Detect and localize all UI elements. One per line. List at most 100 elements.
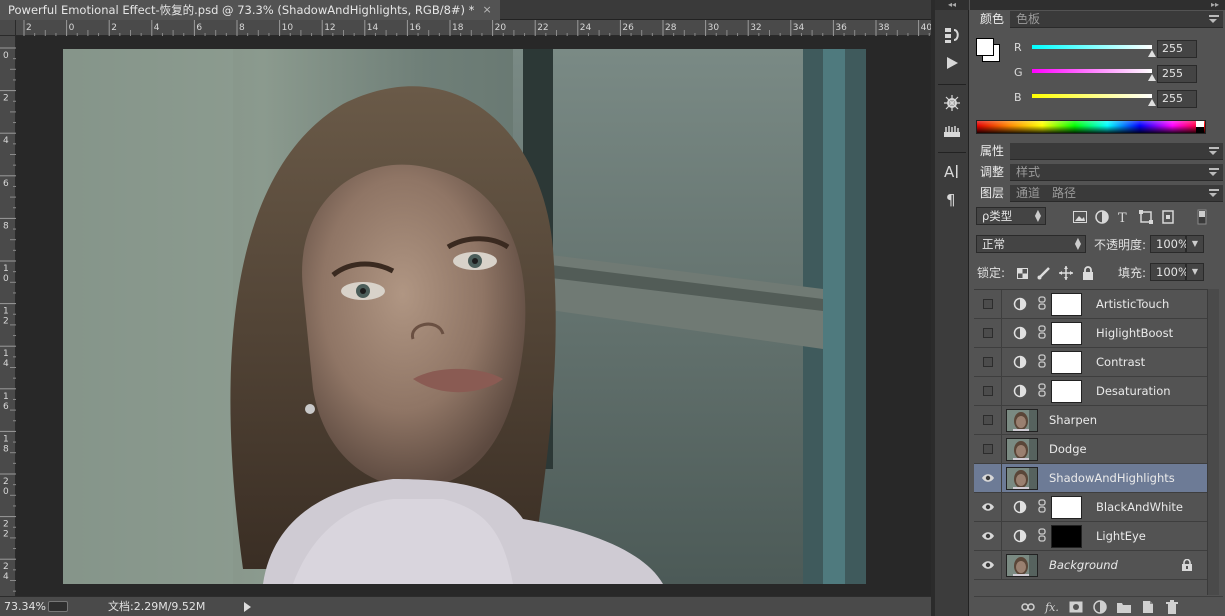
clone-source-icon[interactable]: [939, 120, 965, 142]
panel-menu-icon[interactable]: [1209, 147, 1219, 155]
layer-mask-thumbnail[interactable]: [1051, 322, 1082, 345]
red-value-field[interactable]: 255: [1157, 40, 1197, 58]
paragraph-icon[interactable]: ¶: [939, 188, 965, 210]
canvas-area[interactable]: [16, 36, 931, 596]
actions-play-icon[interactable]: [939, 52, 965, 74]
layer-row[interactable]: Dodge: [974, 435, 1207, 464]
lock-position-icon[interactable]: [1058, 265, 1074, 281]
ruler-corner[interactable]: [0, 20, 16, 36]
layer-row[interactable]: Contrast: [974, 348, 1207, 377]
red-slider-thumb[interactable]: [1148, 50, 1156, 57]
layer-mask-thumbnail[interactable]: [1051, 525, 1082, 548]
layer-thumbnail[interactable]: [1006, 409, 1038, 432]
layer-mask-thumbnail[interactable]: [1051, 351, 1082, 374]
fill-field[interactable]: 100%: [1150, 263, 1189, 281]
opacity-dropdown-button[interactable]: ▼: [1186, 235, 1204, 253]
mask-link-icon[interactable]: [1037, 354, 1047, 371]
filter-pixel-icon[interactable]: [1072, 209, 1088, 225]
brush-settings-icon[interactable]: [939, 92, 965, 114]
tab-color[interactable]: 颜色: [974, 10, 1011, 28]
layer-name[interactable]: Background: [1049, 551, 1118, 580]
blue-slider[interactable]: [1032, 94, 1152, 98]
red-slider[interactable]: [1032, 45, 1152, 49]
layer-row[interactable]: ArtisticTouch: [974, 290, 1207, 319]
filter-shape-icon[interactable]: [1138, 209, 1154, 225]
new-layer-icon[interactable]: [1140, 600, 1156, 614]
collapse-arrows-icon[interactable]: ▸▸: [970, 0, 1225, 10]
layer-visibility-toggle[interactable]: [974, 348, 1002, 376]
filter-toggle-icon[interactable]: [1194, 209, 1210, 225]
new-adjustment-icon[interactable]: [1092, 600, 1108, 614]
tab-channels[interactable]: 通道: [1010, 185, 1046, 202]
layer-row[interactable]: ShadowAndHighlights: [974, 464, 1207, 493]
vertical-ruler[interactable]: 024681012141618202224: [0, 36, 16, 596]
layer-visibility-toggle[interactable]: [974, 493, 1002, 521]
layer-name[interactable]: HiglightBoost: [1096, 319, 1173, 348]
layer-row[interactable]: Desaturation: [974, 377, 1207, 406]
spectrum-black-chip[interactable]: [1196, 127, 1204, 133]
layer-name[interactable]: ArtisticTouch: [1096, 290, 1169, 319]
blend-mode-dropdown[interactable]: 正常 ▲ ▼: [976, 235, 1086, 253]
tab-paths[interactable]: 路径: [1046, 185, 1082, 202]
layer-thumbnail[interactable]: [1006, 438, 1038, 461]
document-image[interactable]: [63, 49, 866, 584]
new-group-icon[interactable]: [1116, 600, 1132, 614]
history-icon[interactable]: [939, 24, 965, 46]
mask-link-icon[interactable]: [1037, 528, 1047, 545]
layer-name[interactable]: Sharpen: [1049, 406, 1097, 435]
foreground-color-swatch[interactable]: [976, 38, 994, 56]
layer-name[interactable]: ShadowAndHighlights: [1049, 464, 1175, 493]
green-value-field[interactable]: 255: [1157, 65, 1197, 83]
opacity-field[interactable]: 100%: [1150, 235, 1189, 253]
layer-name[interactable]: LightEye: [1096, 522, 1146, 551]
layer-name[interactable]: BlackAndWhite: [1096, 493, 1183, 522]
layer-name[interactable]: Dodge: [1049, 435, 1087, 464]
layer-visibility-toggle[interactable]: [974, 319, 1002, 347]
lock-all-icon[interactable]: [1080, 265, 1096, 281]
panel-menu-icon[interactable]: [1209, 15, 1219, 23]
lock-image-pixels-icon[interactable]: [1036, 265, 1052, 281]
blue-slider-thumb[interactable]: [1148, 99, 1156, 106]
layer-filter-kind-dropdown[interactable]: ρ类型 ▲ ▼: [976, 207, 1046, 225]
layer-row[interactable]: HiglightBoost: [974, 319, 1207, 348]
mask-link-icon[interactable]: [1037, 383, 1047, 400]
layer-visibility-toggle[interactable]: [974, 464, 1002, 492]
document-tab[interactable]: Powerful Emotional Effect-恢复的.psd @ 73.3…: [0, 0, 500, 20]
tab-properties[interactable]: 属性: [974, 142, 1011, 160]
layer-visibility-toggle[interactable]: [974, 435, 1002, 463]
layer-mask-thumbnail[interactable]: [1051, 380, 1082, 403]
close-icon[interactable]: ×: [482, 0, 491, 20]
link-layers-icon[interactable]: [1020, 600, 1036, 614]
layer-visibility-toggle[interactable]: [974, 377, 1002, 405]
green-slider[interactable]: [1032, 69, 1152, 73]
layer-name[interactable]: Contrast: [1096, 348, 1145, 377]
panel-menu-icon[interactable]: [1209, 168, 1219, 176]
lock-transparent-pixels-icon[interactable]: [1014, 265, 1030, 281]
layers-scrollbar[interactable]: [1207, 289, 1219, 595]
collapse-arrows-icon[interactable]: ◂◂: [935, 0, 969, 10]
horizontal-ruler[interactable]: 2 0 2 4 6 8 10 12 14 16 18 20 22 24 26 28 30 32 34 36 38 40: [16, 20, 931, 36]
lock-icon[interactable]: [1181, 558, 1193, 571]
fill-dropdown-button[interactable]: ▼: [1186, 263, 1204, 281]
layer-mask-thumbnail[interactable]: [1051, 293, 1082, 316]
panel-menu-icon[interactable]: [1209, 189, 1219, 197]
color-spectrum-ramp[interactable]: [976, 120, 1206, 134]
mask-link-icon[interactable]: [1037, 325, 1047, 342]
mask-link-icon[interactable]: [1037, 296, 1047, 313]
add-mask-icon[interactable]: [1068, 600, 1084, 614]
layer-thumbnail[interactable]: [1006, 467, 1038, 490]
filter-adjustment-icon[interactable]: [1094, 209, 1110, 225]
delete-layer-icon[interactable]: [1164, 600, 1180, 614]
mask-link-icon[interactable]: [1037, 499, 1047, 516]
layer-thumbnail[interactable]: [1006, 554, 1038, 577]
layer-mask-thumbnail[interactable]: [1051, 496, 1082, 519]
layer-row[interactable]: LightEye: [974, 522, 1207, 551]
zoom-control-icon[interactable]: [48, 601, 68, 612]
layer-visibility-toggle[interactable]: [974, 551, 1002, 579]
filter-smart-object-icon[interactable]: [1160, 209, 1176, 225]
layer-name[interactable]: Desaturation: [1096, 377, 1171, 406]
tab-layers[interactable]: 图层: [974, 184, 1011, 202]
layer-row[interactable]: Background: [974, 551, 1207, 580]
status-menu-arrow-icon[interactable]: [244, 602, 251, 612]
layer-visibility-toggle[interactable]: [974, 522, 1002, 550]
